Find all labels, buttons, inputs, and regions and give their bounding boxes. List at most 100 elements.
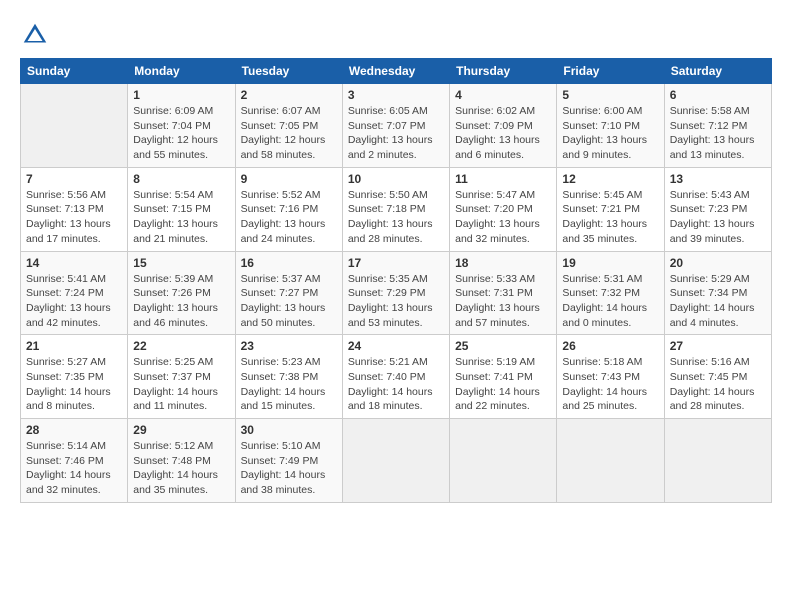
calendar-cell: 24 Sunrise: 5:21 AMSunset: 7:40 PMDayligh…: [342, 335, 449, 419]
day-info: Sunrise: 6:00 AMSunset: 7:10 PMDaylight:…: [562, 104, 658, 163]
logo: [20, 20, 54, 50]
calendar-cell: 28 Sunrise: 5:14 AMSunset: 7:46 PMDayligh…: [21, 419, 128, 503]
day-info: Sunrise: 6:09 AMSunset: 7:04 PMDaylight:…: [133, 104, 229, 163]
calendar-cell: 18Sunrise: 5:33 AMSunset: 7:31 PMDayligh…: [450, 251, 557, 335]
day-number: 22: [133, 339, 229, 353]
day-header-monday: Monday: [128, 59, 235, 84]
calendar-cell: [450, 419, 557, 503]
day-header-sunday: Sunday: [21, 59, 128, 84]
day-info: Sunrise: 5:23 AMSunset: 7:38 PMDaylight:…: [241, 355, 337, 414]
day-number: 6: [670, 88, 766, 102]
day-header-saturday: Saturday: [664, 59, 771, 84]
calendar-cell: 25 Sunrise: 5:19 AMSunset: 7:41 PMDayligh…: [450, 335, 557, 419]
calendar-cell: 26Sunrise: 5:18 AMSunset: 7:43 PMDayligh…: [557, 335, 664, 419]
day-info: Sunrise: 5:19 AMSunset: 7:41 PMDaylight:…: [455, 355, 551, 414]
calendar-week-1: 1 Sunrise: 6:09 AMSunset: 7:04 PMDaylight…: [21, 84, 772, 168]
calendar-cell: 27 Sunrise: 5:16 AMSunset: 7:45 PMDayligh…: [664, 335, 771, 419]
day-info: Sunrise: 6:07 AMSunset: 7:05 PMDaylight:…: [241, 104, 337, 163]
day-info: Sunrise: 5:29 AMSunset: 7:34 PMDaylight:…: [670, 272, 766, 331]
day-number: 12: [562, 172, 658, 186]
day-number: 1: [133, 88, 229, 102]
day-info: Sunrise: 5:37 AMSunset: 7:27 PMDaylight:…: [241, 272, 337, 331]
day-info: Sunrise: 5:27 AMSunset: 7:35 PMDaylight:…: [26, 355, 122, 414]
calendar-cell: 7Sunrise: 5:56 AMSunset: 7:13 PMDaylight…: [21, 167, 128, 251]
logo-icon: [20, 20, 50, 50]
day-number: 3: [348, 88, 444, 102]
day-header-friday: Friday: [557, 59, 664, 84]
calendar-cell: 8 Sunrise: 5:54 AMSunset: 7:15 PMDaylight…: [128, 167, 235, 251]
day-number: 25: [455, 339, 551, 353]
calendar-cell: 29 Sunrise: 5:12 AMSunset: 7:48 PMDayligh…: [128, 419, 235, 503]
calendar-cell: 13 Sunrise: 5:43 AMSunset: 7:23 PMDayligh…: [664, 167, 771, 251]
calendar-week-3: 14 Sunrise: 5:41 AMSunset: 7:24 PMDayligh…: [21, 251, 772, 335]
calendar-cell: 23 Sunrise: 5:23 AMSunset: 7:38 PMDayligh…: [235, 335, 342, 419]
day-info: Sunrise: 5:16 AMSunset: 7:45 PMDaylight:…: [670, 355, 766, 414]
day-info: Sunrise: 5:18 AMSunset: 7:43 PMDaylight:…: [562, 355, 658, 414]
day-info: Sunrise: 5:25 AMSunset: 7:37 PMDaylight:…: [133, 355, 229, 414]
calendar-week-4: 21Sunrise: 5:27 AMSunset: 7:35 PMDayligh…: [21, 335, 772, 419]
calendar-cell: 10Sunrise: 5:50 AMSunset: 7:18 PMDayligh…: [342, 167, 449, 251]
day-info: Sunrise: 5:45 AMSunset: 7:21 PMDaylight:…: [562, 188, 658, 247]
day-number: 17: [348, 256, 444, 270]
calendar-table: SundayMondayTuesdayWednesdayThursdayFrid…: [20, 58, 772, 503]
day-info: Sunrise: 5:58 AMSunset: 7:12 PMDaylight:…: [670, 104, 766, 163]
day-info: Sunrise: 5:35 AMSunset: 7:29 PMDaylight:…: [348, 272, 444, 331]
day-info: Sunrise: 5:31 AMSunset: 7:32 PMDaylight:…: [562, 272, 658, 331]
day-info: Sunrise: 5:12 AMSunset: 7:48 PMDaylight:…: [133, 439, 229, 498]
day-info: Sunrise: 5:41 AMSunset: 7:24 PMDaylight:…: [26, 272, 122, 331]
day-info: Sunrise: 5:52 AMSunset: 7:16 PMDaylight:…: [241, 188, 337, 247]
day-number: 19: [562, 256, 658, 270]
calendar-cell: 4Sunrise: 6:02 AMSunset: 7:09 PMDaylight…: [450, 84, 557, 168]
day-number: 14: [26, 256, 122, 270]
day-info: Sunrise: 5:39 AMSunset: 7:26 PMDaylight:…: [133, 272, 229, 331]
day-number: 27: [670, 339, 766, 353]
day-number: 24: [348, 339, 444, 353]
day-info: Sunrise: 5:43 AMSunset: 7:23 PMDaylight:…: [670, 188, 766, 247]
calendar-cell: 11 Sunrise: 5:47 AMSunset: 7:20 PMDayligh…: [450, 167, 557, 251]
calendar-cell: 2 Sunrise: 6:07 AMSunset: 7:05 PMDaylight…: [235, 84, 342, 168]
day-header-wednesday: Wednesday: [342, 59, 449, 84]
day-number: 16: [241, 256, 337, 270]
day-number: 10: [348, 172, 444, 186]
day-number: 9: [241, 172, 337, 186]
day-number: 4: [455, 88, 551, 102]
calendar-cell: [664, 419, 771, 503]
day-info: Sunrise: 5:54 AMSunset: 7:15 PMDaylight:…: [133, 188, 229, 247]
day-number: 20: [670, 256, 766, 270]
calendar-cell: 19 Sunrise: 5:31 AMSunset: 7:32 PMDayligh…: [557, 251, 664, 335]
day-info: Sunrise: 5:14 AMSunset: 7:46 PMDaylight:…: [26, 439, 122, 498]
day-number: 11: [455, 172, 551, 186]
day-header-tuesday: Tuesday: [235, 59, 342, 84]
day-number: 5: [562, 88, 658, 102]
day-info: Sunrise: 5:10 AMSunset: 7:49 PMDaylight:…: [241, 439, 337, 498]
calendar-cell: [21, 84, 128, 168]
calendar-cell: 16 Sunrise: 5:37 AMSunset: 7:27 PMDayligh…: [235, 251, 342, 335]
day-number: 7: [26, 172, 122, 186]
calendar-cell: 14 Sunrise: 5:41 AMSunset: 7:24 PMDayligh…: [21, 251, 128, 335]
calendar-cell: 1 Sunrise: 6:09 AMSunset: 7:04 PMDaylight…: [128, 84, 235, 168]
day-number: 28: [26, 423, 122, 437]
calendar-cell: 21Sunrise: 5:27 AMSunset: 7:35 PMDayligh…: [21, 335, 128, 419]
day-header-thursday: Thursday: [450, 59, 557, 84]
page-header: [20, 20, 772, 50]
calendar-header-row: SundayMondayTuesdayWednesdayThursdayFrid…: [21, 59, 772, 84]
calendar-cell: 3 Sunrise: 6:05 AMSunset: 7:07 PMDaylight…: [342, 84, 449, 168]
day-number: 29: [133, 423, 229, 437]
day-info: Sunrise: 5:21 AMSunset: 7:40 PMDaylight:…: [348, 355, 444, 414]
calendar-cell: 30 Sunrise: 5:10 AMSunset: 7:49 PMDayligh…: [235, 419, 342, 503]
day-info: Sunrise: 5:33 AMSunset: 7:31 PMDaylight:…: [455, 272, 551, 331]
calendar-cell: [342, 419, 449, 503]
day-number: 30: [241, 423, 337, 437]
calendar-cell: 6 Sunrise: 5:58 AMSunset: 7:12 PMDaylight…: [664, 84, 771, 168]
calendar-cell: 5 Sunrise: 6:00 AMSunset: 7:10 PMDaylight…: [557, 84, 664, 168]
day-number: 13: [670, 172, 766, 186]
day-info: Sunrise: 5:47 AMSunset: 7:20 PMDaylight:…: [455, 188, 551, 247]
day-info: Sunrise: 6:05 AMSunset: 7:07 PMDaylight:…: [348, 104, 444, 163]
calendar-cell: 15Sunrise: 5:39 AMSunset: 7:26 PMDayligh…: [128, 251, 235, 335]
day-number: 2: [241, 88, 337, 102]
day-number: 8: [133, 172, 229, 186]
day-number: 23: [241, 339, 337, 353]
calendar-cell: 20 Sunrise: 5:29 AMSunset: 7:34 PMDayligh…: [664, 251, 771, 335]
calendar-cell: 12 Sunrise: 5:45 AMSunset: 7:21 PMDayligh…: [557, 167, 664, 251]
calendar-cell: [557, 419, 664, 503]
